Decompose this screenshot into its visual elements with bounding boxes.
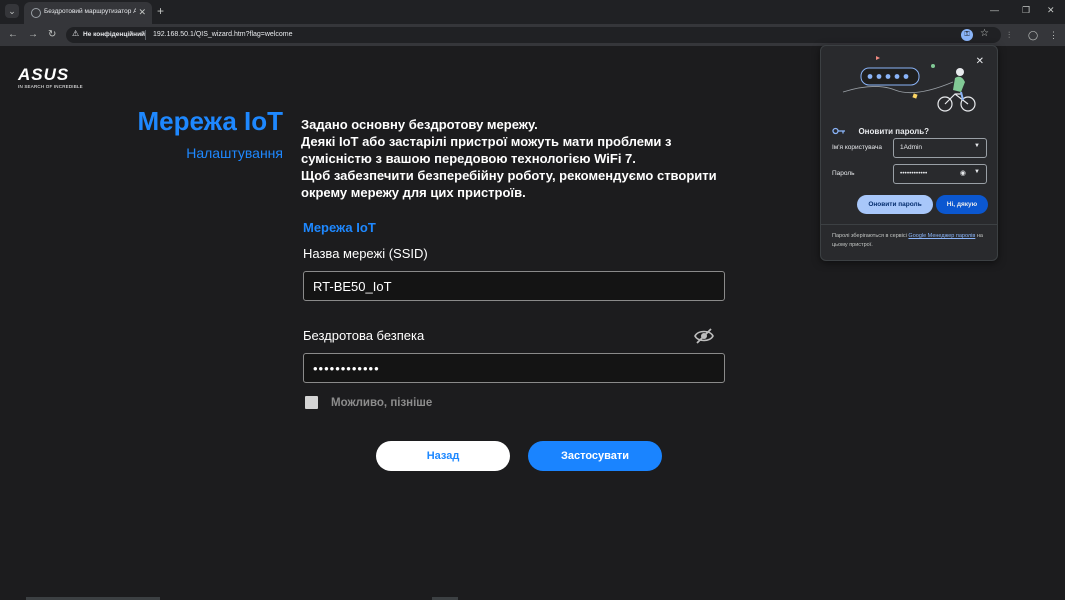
username-label: Ім'я користувача (832, 144, 883, 151)
security-label: Бездротова безпека (303, 328, 425, 343)
asus-logo: ASUS IN SEARCH OF INCREDIBLE (18, 66, 83, 89)
page-subtitle: Налаштування (186, 145, 283, 161)
close-window-icon[interactable]: ✕ (1047, 4, 1055, 16)
no-thanks-button[interactable]: Ні, дякую (936, 195, 988, 214)
back-arrow-icon[interactable]: ← (8, 29, 18, 41)
update-password-popup: ✕ Оновити пароль? Ім'я користувача 1Admi… (820, 45, 998, 261)
back-button[interactable]: Назад (376, 441, 510, 471)
tab-close-icon[interactable]: ✕ (138, 6, 146, 18)
footer-text: Паролі зберігаються в сервісі (832, 233, 909, 239)
password-field[interactable]: •••••••••••• ◉ ▼ (893, 164, 987, 184)
eye-icon[interactable]: ◉ (960, 169, 966, 177)
profile-icon[interactable]: ◯ (1028, 29, 1038, 41)
dropdown-arrow-icon[interactable]: ▼ (974, 169, 980, 175)
bookmark-star-icon[interactable]: ☆ (980, 28, 989, 39)
minimize-icon[interactable]: — (990, 4, 999, 16)
globe-icon (31, 8, 41, 18)
tab-title: Бездротовий маршрутизатор А (44, 8, 136, 15)
popup-divider (821, 224, 997, 225)
password-label: Пароль (832, 170, 855, 177)
password-value: •••••••••••• (900, 170, 928, 177)
eye-off-icon[interactable] (694, 327, 714, 345)
address-divider (145, 30, 146, 40)
address-bar[interactable]: ⚠ Не конфіденційний 192.168.50.1/QIS_wiz… (66, 27, 1001, 43)
maybe-later-checkbox[interactable] (305, 396, 318, 409)
username-value: 1Admin (900, 144, 923, 151)
ssid-label: Назва мережі (SSID) (303, 246, 428, 261)
description-line: окрему мережу для цих пристроїв. (301, 185, 526, 200)
apply-button[interactable]: Застосувати (528, 441, 662, 471)
warning-icon[interactable]: ⚠ (72, 29, 79, 38)
page-title: Мережа IoT (137, 106, 283, 136)
url-text[interactable]: 192.168.50.1/QIS_wizard.htm?flag=welcome (153, 31, 293, 38)
description-line: Задано основну бездротову мережу. (301, 117, 538, 132)
not-secure-label[interactable]: Не конфіденційний (83, 31, 145, 38)
ssid-input[interactable] (303, 271, 725, 301)
browser-toolbar: ← → ↻ ⚠ Не конфіденційний 192.168.50.1/Q… (0, 24, 1065, 46)
description-line: Деякі IoT або застарілі пристрої можуть … (301, 134, 672, 149)
popup-footer: Паролі зберігаються в сервісі Google Мен… (832, 232, 990, 250)
password-illustration (842, 56, 976, 112)
reload-icon[interactable]: ↻ (48, 29, 56, 41)
description-line: сумісністю з вашою передовою технологією… (301, 151, 636, 166)
popup-title: Оновити пароль? (858, 127, 930, 137)
description-line: Щоб забезпечити безперебійну роботу, рек… (301, 168, 717, 183)
description: Задано основну бездротову мережу. Деякі … (301, 116, 741, 201)
username-dropdown[interactable]: 1Admin ▼ (893, 138, 987, 158)
tab-search-icon[interactable]: ⌄ (5, 4, 19, 18)
section-label: Мережа IoT (303, 220, 376, 235)
kebab-menu-icon[interactable]: ⋮ (1049, 29, 1058, 41)
logo-tagline: IN SEARCH OF INCREDIBLE (18, 84, 83, 89)
key-icon (832, 127, 846, 137)
security-password-input[interactable] (303, 353, 725, 383)
password-key-icon[interactable]: ⚿ (961, 29, 973, 41)
maximize-icon[interactable]: ❐ (1022, 4, 1030, 16)
media-icon[interactable]: ⫶ (1008, 29, 1010, 41)
dropdown-arrow-icon: ▼ (974, 143, 980, 149)
update-password-button[interactable]: Оновити пароль (857, 195, 933, 214)
maybe-later-label[interactable]: Можливо, пізніше (331, 397, 432, 409)
logo-wordmark: ASUS (18, 65, 70, 84)
browser-tab-strip: ⌄ Бездротовий маршрутизатор А ✕ + — ❐ ✕ (0, 0, 1065, 24)
new-tab-button[interactable]: + (157, 4, 164, 18)
browser-tab[interactable]: Бездротовий маршрутизатор А ✕ (24, 2, 152, 24)
password-manager-link[interactable]: Google Менеджер паролів (908, 233, 975, 239)
forward-arrow-icon[interactable]: → (28, 29, 38, 41)
